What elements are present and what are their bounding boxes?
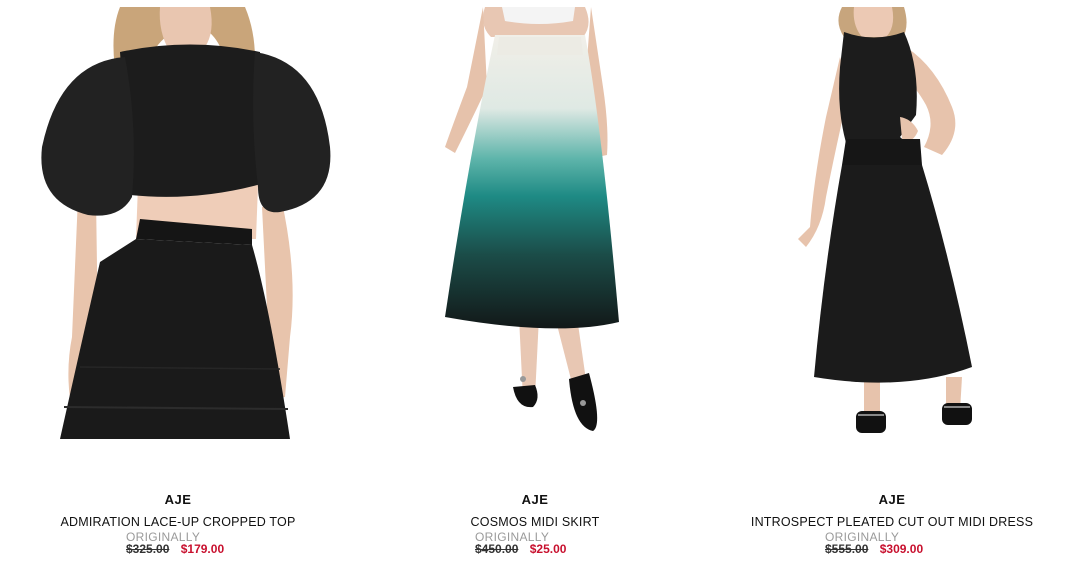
product-image[interactable] (714, 7, 1070, 439)
original-price: $450.00 (475, 542, 519, 556)
product-title[interactable]: INTROSPECT PLEATED CUT OUT MIDI DRESS (714, 515, 1070, 529)
product-image[interactable] (357, 7, 713, 439)
sale-price: $179.00 (180, 542, 225, 556)
product-grid: AJE ADMIRATION LACE-UP CROPPED TOP ORIGI… (0, 0, 1070, 570)
product-brand[interactable]: AJE (714, 492, 1070, 508)
product-title[interactable]: COSMOS MIDI SKIRT (357, 515, 713, 529)
product-title[interactable]: ADMIRATION LACE-UP CROPPED TOP (0, 515, 356, 529)
product-info: AJE COSMOS MIDI SKIRT ORIGINALLY $450.00… (357, 492, 713, 556)
original-price: $325.00 (126, 542, 170, 556)
product-info: AJE INTROSPECT PLEATED CUT OUT MIDI DRES… (714, 492, 1070, 556)
sale-price: $309.00 (879, 542, 924, 556)
sale-price: $25.00 (529, 542, 567, 556)
product-brand[interactable]: AJE (357, 492, 713, 508)
product-info: AJE ADMIRATION LACE-UP CROPPED TOP ORIGI… (0, 492, 356, 556)
product-card[interactable]: AJE COSMOS MIDI SKIRT ORIGINALLY $450.00… (357, 0, 713, 570)
price-block: $450.00 $25.00 (475, 542, 566, 556)
product-card[interactable]: AJE ADMIRATION LACE-UP CROPPED TOP ORIGI… (0, 0, 356, 570)
product-brand[interactable]: AJE (0, 492, 356, 508)
original-price: $555.00 (825, 542, 869, 556)
price-block: $325.00 $179.00 (126, 542, 224, 556)
product-image[interactable] (0, 7, 356, 439)
price-block: $555.00 $309.00 (825, 542, 923, 556)
product-card[interactable]: AJE INTROSPECT PLEATED CUT OUT MIDI DRES… (714, 0, 1070, 570)
